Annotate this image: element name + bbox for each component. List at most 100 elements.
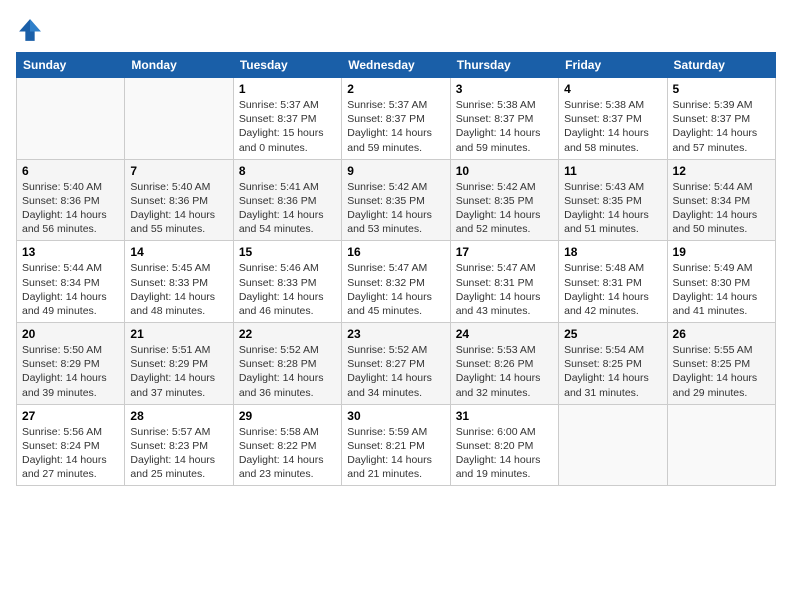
weekday-header-monday: Monday <box>125 53 233 78</box>
day-number: 14 <box>130 245 227 259</box>
day-number: 6 <box>22 164 119 178</box>
day-number: 3 <box>456 82 553 96</box>
day-number: 15 <box>239 245 336 259</box>
day-info: Sunrise: 5:44 AM Sunset: 8:34 PM Dayligh… <box>673 180 770 237</box>
day-info: Sunrise: 5:38 AM Sunset: 8:37 PM Dayligh… <box>456 98 553 155</box>
calendar-cell: 6Sunrise: 5:40 AM Sunset: 8:36 PM Daylig… <box>17 159 125 241</box>
calendar-header-row: SundayMondayTuesdayWednesdayThursdayFrid… <box>17 53 776 78</box>
weekday-header-thursday: Thursday <box>450 53 558 78</box>
weekday-header-sunday: Sunday <box>17 53 125 78</box>
day-info: Sunrise: 5:39 AM Sunset: 8:37 PM Dayligh… <box>673 98 770 155</box>
day-number: 11 <box>564 164 661 178</box>
day-number: 13 <box>22 245 119 259</box>
calendar-cell <box>559 404 667 486</box>
calendar-cell: 19 Sunrise: 5:49 AM Sunset: 8:30 PM Dayli… <box>667 241 775 323</box>
day-number: 19 <box>673 245 770 259</box>
calendar-week-3: 13Sunrise: 5:44 AM Sunset: 8:34 PM Dayli… <box>17 241 776 323</box>
day-info: Sunrise: 5:59 AM Sunset: 8:21 PM Dayligh… <box>347 425 444 482</box>
day-info: Sunrise: 5:43 AM Sunset: 8:35 PM Dayligh… <box>564 180 661 237</box>
day-number: 8 <box>239 164 336 178</box>
calendar-cell: 25 Sunrise: 5:54 AM Sunset: 8:25 PM Dayli… <box>559 323 667 405</box>
calendar-cell: 9 Sunrise: 5:42 AM Sunset: 8:35 PM Daylig… <box>342 159 450 241</box>
weekday-header-tuesday: Tuesday <box>233 53 341 78</box>
calendar-cell: 5 Sunrise: 5:39 AM Sunset: 8:37 PM Daylig… <box>667 78 775 160</box>
day-info: Sunrise: 5:55 AM Sunset: 8:25 PM Dayligh… <box>673 343 770 400</box>
calendar-cell: 31Sunrise: 6:00 AM Sunset: 8:20 PM Dayli… <box>450 404 558 486</box>
day-info: Sunrise: 5:40 AM Sunset: 8:36 PM Dayligh… <box>130 180 227 237</box>
calendar-week-1: 1 Sunrise: 5:37 AM Sunset: 8:37 PM Daylig… <box>17 78 776 160</box>
page-header <box>16 16 776 44</box>
calendar-cell: 18 Sunrise: 5:48 AM Sunset: 8:31 PM Dayli… <box>559 241 667 323</box>
day-number: 7 <box>130 164 227 178</box>
day-info: Sunrise: 5:47 AM Sunset: 8:32 PM Dayligh… <box>347 261 444 318</box>
calendar-cell <box>17 78 125 160</box>
day-info: Sunrise: 5:56 AM Sunset: 8:24 PM Dayligh… <box>22 425 119 482</box>
calendar-cell: 22 Sunrise: 5:52 AM Sunset: 8:28 PM Dayli… <box>233 323 341 405</box>
day-info: Sunrise: 5:58 AM Sunset: 8:22 PM Dayligh… <box>239 425 336 482</box>
calendar-week-2: 6 Sunrise: 5:40 AM Sunset: 8:36 PM Daylig… <box>17 159 776 241</box>
day-info: Sunrise: 5:46 AM Sunset: 8:33 PM Dayligh… <box>239 261 336 318</box>
day-number: 10 <box>456 164 553 178</box>
day-info: Sunrise: 5:37 AM Sunset: 8:37 PM Dayligh… <box>347 98 444 155</box>
day-number: 28 <box>130 409 227 423</box>
weekday-header-friday: Friday <box>559 53 667 78</box>
day-info: Sunrise: 5:57 AM Sunset: 8:23 PM Dayligh… <box>130 425 227 482</box>
day-number: 1 <box>239 82 336 96</box>
calendar-cell: 27 Sunrise: 5:56 AM Sunset: 8:24 PM Dayli… <box>17 404 125 486</box>
day-info: Sunrise: 5:37 AM Sunset: 8:37 PM Dayligh… <box>239 98 336 155</box>
calendar-cell: 30 Sunrise: 5:59 AM Sunset: 8:21 PM Dayli… <box>342 404 450 486</box>
day-info: Sunrise: 5:38 AM Sunset: 8:37 PM Dayligh… <box>564 98 661 155</box>
day-info: Sunrise: 5:42 AM Sunset: 8:35 PM Dayligh… <box>347 180 444 237</box>
weekday-header-saturday: Saturday <box>667 53 775 78</box>
weekday-header-wednesday: Wednesday <box>342 53 450 78</box>
day-info: Sunrise: 5:49 AM Sunset: 8:30 PM Dayligh… <box>673 261 770 318</box>
day-info: Sunrise: 5:52 AM Sunset: 8:28 PM Dayligh… <box>239 343 336 400</box>
day-info: Sunrise: 5:52 AM Sunset: 8:27 PM Dayligh… <box>347 343 444 400</box>
day-number: 5 <box>673 82 770 96</box>
calendar-cell: 3 Sunrise: 5:38 AM Sunset: 8:37 PM Daylig… <box>450 78 558 160</box>
calendar-cell: 7 Sunrise: 5:40 AM Sunset: 8:36 PM Daylig… <box>125 159 233 241</box>
day-number: 4 <box>564 82 661 96</box>
day-info: Sunrise: 5:42 AM Sunset: 8:35 PM Dayligh… <box>456 180 553 237</box>
day-number: 24 <box>456 327 553 341</box>
calendar-cell: 21 Sunrise: 5:51 AM Sunset: 8:29 PM Dayli… <box>125 323 233 405</box>
day-number: 17 <box>456 245 553 259</box>
calendar-cell: 8 Sunrise: 5:41 AM Sunset: 8:36 PM Daylig… <box>233 159 341 241</box>
calendar-week-4: 20Sunrise: 5:50 AM Sunset: 8:29 PM Dayli… <box>17 323 776 405</box>
day-number: 21 <box>130 327 227 341</box>
day-info: Sunrise: 5:51 AM Sunset: 8:29 PM Dayligh… <box>130 343 227 400</box>
calendar-cell: 11 Sunrise: 5:43 AM Sunset: 8:35 PM Dayli… <box>559 159 667 241</box>
calendar-cell: 15 Sunrise: 5:46 AM Sunset: 8:33 PM Dayli… <box>233 241 341 323</box>
day-number: 20 <box>22 327 119 341</box>
calendar-cell: 26 Sunrise: 5:55 AM Sunset: 8:25 PM Dayli… <box>667 323 775 405</box>
calendar-cell: 2Sunrise: 5:37 AM Sunset: 8:37 PM Daylig… <box>342 78 450 160</box>
day-number: 9 <box>347 164 444 178</box>
calendar-cell: 12 Sunrise: 5:44 AM Sunset: 8:34 PM Dayli… <box>667 159 775 241</box>
day-number: 18 <box>564 245 661 259</box>
day-number: 26 <box>673 327 770 341</box>
calendar-cell: 16 Sunrise: 5:47 AM Sunset: 8:32 PM Dayli… <box>342 241 450 323</box>
day-info: Sunrise: 5:53 AM Sunset: 8:26 PM Dayligh… <box>456 343 553 400</box>
day-info: Sunrise: 5:41 AM Sunset: 8:36 PM Dayligh… <box>239 180 336 237</box>
calendar-cell: 10 Sunrise: 5:42 AM Sunset: 8:35 PM Dayli… <box>450 159 558 241</box>
calendar-cell: 28 Sunrise: 5:57 AM Sunset: 8:23 PM Dayli… <box>125 404 233 486</box>
day-number: 12 <box>673 164 770 178</box>
day-number: 27 <box>22 409 119 423</box>
day-info: Sunrise: 5:47 AM Sunset: 8:31 PM Dayligh… <box>456 261 553 318</box>
calendar-cell: 24 Sunrise: 5:53 AM Sunset: 8:26 PM Dayli… <box>450 323 558 405</box>
calendar-table: SundayMondayTuesdayWednesdayThursdayFrid… <box>16 52 776 486</box>
day-number: 25 <box>564 327 661 341</box>
logo <box>16 16 46 44</box>
calendar-cell: 1 Sunrise: 5:37 AM Sunset: 8:37 PM Daylig… <box>233 78 341 160</box>
calendar-cell: 23Sunrise: 5:52 AM Sunset: 8:27 PM Dayli… <box>342 323 450 405</box>
day-number: 30 <box>347 409 444 423</box>
calendar-cell: 20Sunrise: 5:50 AM Sunset: 8:29 PM Dayli… <box>17 323 125 405</box>
day-info: Sunrise: 5:48 AM Sunset: 8:31 PM Dayligh… <box>564 261 661 318</box>
calendar-cell: 29Sunrise: 5:58 AM Sunset: 8:22 PM Dayli… <box>233 404 341 486</box>
day-number: 16 <box>347 245 444 259</box>
day-info: Sunrise: 5:54 AM Sunset: 8:25 PM Dayligh… <box>564 343 661 400</box>
calendar-cell: 14Sunrise: 5:45 AM Sunset: 8:33 PM Dayli… <box>125 241 233 323</box>
calendar-cell <box>667 404 775 486</box>
day-number: 22 <box>239 327 336 341</box>
calendar-cell: 17 Sunrise: 5:47 AM Sunset: 8:31 PM Dayli… <box>450 241 558 323</box>
